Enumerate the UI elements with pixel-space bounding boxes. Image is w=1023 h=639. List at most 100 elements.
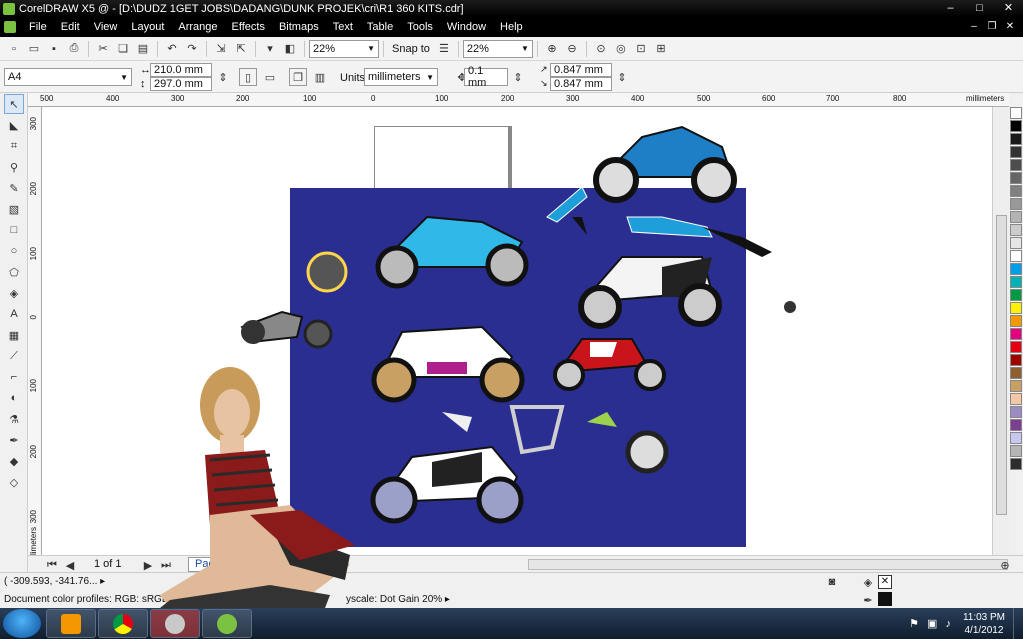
close-button[interactable]: ✕ bbox=[994, 0, 1023, 17]
menu-file[interactable]: File bbox=[22, 17, 54, 37]
zoom-page-icon[interactable]: ⊡ bbox=[632, 40, 650, 58]
zoom-level-select[interactable]: 22% ▼ bbox=[309, 39, 379, 58]
copy-icon[interactable]: ❏ bbox=[114, 40, 132, 58]
pick-tool-icon[interactable]: ↖ bbox=[4, 94, 24, 114]
new-document-icon[interactable]: ▫ bbox=[5, 40, 23, 58]
taskbar-chrome[interactable] bbox=[98, 609, 148, 638]
superbike-white-bottom[interactable] bbox=[370, 445, 524, 524]
color-swatch[interactable] bbox=[1010, 341, 1022, 353]
doc-restore-button[interactable]: ❐ bbox=[983, 17, 1001, 37]
color-swatch[interactable] bbox=[1010, 185, 1022, 197]
undo-icon[interactable]: ↶ bbox=[163, 40, 181, 58]
save-icon[interactable]: ▪ bbox=[45, 40, 63, 58]
zoom-tool-icon[interactable]: ⚲ bbox=[4, 157, 24, 177]
loose-fairing-blue[interactable] bbox=[626, 216, 713, 238]
nudge-distance-input[interactable]: 0.1 mm bbox=[464, 65, 508, 89]
superbike-white-black[interactable] bbox=[578, 256, 722, 329]
loose-fairing-small[interactable] bbox=[546, 186, 588, 223]
table-tool-icon[interactable]: ▦ bbox=[4, 325, 24, 345]
menu-arrange[interactable]: Arrange bbox=[171, 17, 224, 37]
color-swatch[interactable] bbox=[1010, 302, 1022, 314]
zoom-in-icon[interactable]: ⊕ bbox=[543, 40, 561, 58]
color-swatch[interactable] bbox=[1010, 432, 1022, 444]
color-swatch[interactable] bbox=[1010, 107, 1022, 119]
color-swatch[interactable] bbox=[1010, 172, 1022, 184]
menu-tools[interactable]: Tools bbox=[400, 17, 440, 37]
fill-tool-icon[interactable]: ◆ bbox=[4, 451, 24, 471]
menu-table[interactable]: Table bbox=[360, 17, 400, 37]
color-swatch[interactable] bbox=[1010, 458, 1022, 470]
color-swatch[interactable] bbox=[1010, 133, 1022, 145]
vertical-ruler[interactable]: 300 200 100 0 100 200 300 millimeters bbox=[28, 107, 42, 565]
color-swatch[interactable] bbox=[1010, 367, 1022, 379]
color-swatch[interactable] bbox=[1010, 159, 1022, 171]
loose-bolt[interactable] bbox=[784, 301, 796, 313]
color-palette[interactable] bbox=[1009, 107, 1023, 557]
page-size-select[interactable]: A4 ▼ bbox=[4, 68, 132, 86]
horizontal-scrollbar[interactable] bbox=[528, 559, 1008, 570]
zoom-levels-select[interactable]: 22% ▼ bbox=[462, 39, 533, 58]
color-swatch[interactable] bbox=[1010, 419, 1022, 431]
spinner-icon[interactable]: ⇕ bbox=[613, 68, 631, 86]
menu-effects[interactable]: Effects bbox=[225, 17, 272, 37]
menu-bitmaps[interactable]: Bitmaps bbox=[272, 17, 326, 37]
show-desktop-button[interactable] bbox=[1013, 608, 1023, 639]
document-properties-icon[interactable]: ◙ bbox=[823, 573, 841, 591]
eyedropper-tool-icon[interactable]: ⚗ bbox=[4, 409, 24, 429]
duplicate-x-input[interactable]: 0.847 mm bbox=[550, 63, 612, 77]
spinner-icon[interactable]: ⇕ bbox=[214, 68, 232, 86]
basic-shapes-tool-icon[interactable]: ◈ bbox=[4, 283, 24, 303]
minimize-button[interactable]: – bbox=[936, 0, 965, 17]
loose-white-part[interactable] bbox=[442, 412, 472, 432]
menu-view[interactable]: View bbox=[87, 17, 125, 37]
doc-close-button[interactable]: ✕ bbox=[1001, 17, 1019, 37]
menu-edit[interactable]: Edit bbox=[54, 17, 87, 37]
superbike-red-white[interactable] bbox=[553, 338, 666, 391]
flag-icon[interactable]: ⚑ bbox=[905, 617, 923, 630]
taskbar-app-red[interactable] bbox=[150, 609, 200, 638]
superbike-blue-top[interactable] bbox=[593, 125, 737, 203]
polygon-tool-icon[interactable]: ⬠ bbox=[4, 262, 24, 282]
clock[interactable]: 11:03 PM 4/1/2012 bbox=[955, 611, 1013, 637]
zoom-page-width-icon[interactable]: ⊞ bbox=[652, 40, 670, 58]
doc-minimize-button[interactable]: – bbox=[965, 17, 983, 37]
volume-icon[interactable]: ♪ bbox=[941, 618, 955, 630]
loose-exhaust-part[interactable] bbox=[702, 227, 772, 257]
color-swatch[interactable] bbox=[1010, 393, 1022, 405]
zoom-all-objects-icon[interactable]: ◎ bbox=[612, 40, 630, 58]
interactive-fill-tool-icon[interactable]: ◇ bbox=[4, 472, 24, 492]
superbike-white[interactable] bbox=[371, 325, 525, 403]
menu-help[interactable]: Help bbox=[493, 17, 530, 37]
color-swatch[interactable] bbox=[1010, 237, 1022, 249]
redo-icon[interactable]: ↷ bbox=[183, 40, 201, 58]
loose-black-part[interactable] bbox=[572, 217, 587, 235]
start-button[interactable] bbox=[3, 609, 41, 638]
spinner-icon[interactable]: ⇕ bbox=[509, 68, 527, 86]
blend-tool-icon[interactable]: ◐ bbox=[4, 388, 24, 408]
welcome-screen-icon[interactable]: ◧ bbox=[281, 40, 299, 58]
loose-wheel[interactable] bbox=[306, 251, 348, 293]
loose-frame[interactable] bbox=[509, 405, 565, 455]
shape-tool-icon[interactable]: ◣ bbox=[4, 115, 24, 135]
superbike-light-blue[interactable] bbox=[375, 215, 529, 289]
print-icon[interactable]: ⎙ bbox=[65, 40, 83, 58]
menu-layout[interactable]: Layout bbox=[124, 17, 171, 37]
no-fill-swatch[interactable]: ✕ bbox=[878, 575, 892, 589]
maximize-button[interactable]: □ bbox=[965, 0, 994, 17]
menu-text[interactable]: Text bbox=[326, 17, 360, 37]
menu-window[interactable]: Window bbox=[440, 17, 493, 37]
units-select[interactable]: millimeters ▼ bbox=[364, 68, 438, 86]
color-swatch[interactable] bbox=[1010, 224, 1022, 236]
zoom-selected-icon[interactable]: ⊙ bbox=[592, 40, 610, 58]
color-swatch[interactable] bbox=[1010, 406, 1022, 418]
portrait-icon[interactable]: ▯ bbox=[239, 68, 257, 86]
page-height-input[interactable]: 297.0 mm bbox=[150, 77, 212, 91]
color-swatch[interactable] bbox=[1010, 120, 1022, 132]
taskbar-coreldraw[interactable] bbox=[202, 609, 252, 638]
color-swatch[interactable] bbox=[1010, 328, 1022, 340]
page-width-input[interactable]: 210.0 mm bbox=[150, 63, 212, 77]
dimension-tool-icon[interactable]: ⟋ bbox=[4, 346, 24, 366]
smart-fill-tool-icon[interactable]: ▧ bbox=[4, 199, 24, 219]
export-icon[interactable]: ⇱ bbox=[232, 40, 250, 58]
cut-icon[interactable]: ✂ bbox=[94, 40, 112, 58]
